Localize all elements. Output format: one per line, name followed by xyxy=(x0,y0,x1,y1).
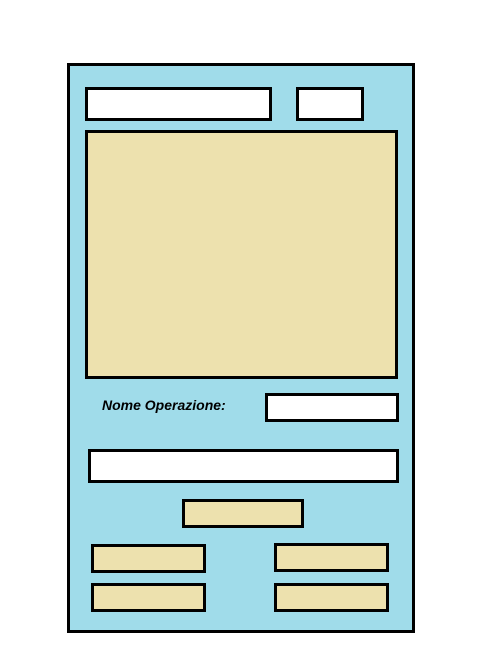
operation-name-label: Nome Operazione: xyxy=(102,397,226,413)
top-right-input[interactable] xyxy=(296,87,364,121)
grid-button-top-left[interactable] xyxy=(91,544,206,573)
wide-input[interactable] xyxy=(88,449,399,483)
grid-button-bottom-left[interactable] xyxy=(91,583,206,612)
grid-button-top-right[interactable] xyxy=(274,543,389,572)
center-button[interactable] xyxy=(182,499,304,528)
display-area xyxy=(85,130,398,379)
top-left-input[interactable] xyxy=(85,87,272,121)
operation-name-input[interactable] xyxy=(265,393,399,422)
grid-button-bottom-right[interactable] xyxy=(274,583,389,612)
